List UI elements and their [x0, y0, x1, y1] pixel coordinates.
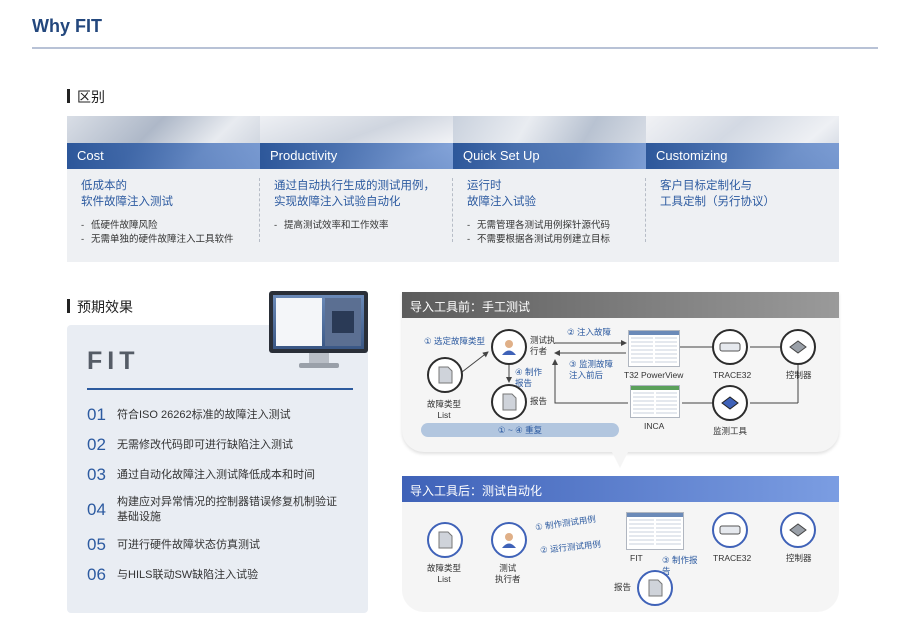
- report-node: [637, 570, 673, 606]
- after-step3: ③ 制作报 告: [662, 555, 698, 576]
- debugger-icon: [719, 525, 741, 535]
- repeat-bar: ① ~ ④ 重复: [421, 423, 619, 437]
- effect-text: 与HILS联动SW缺陷注入试验: [117, 568, 259, 581]
- effect-item: 02 无需修改代码即可进行缺陷注入测试: [87, 435, 362, 455]
- document-icon: [502, 393, 517, 411]
- card-title: Customizing: [646, 143, 839, 169]
- controller-label: 控制器: [786, 553, 812, 563]
- person-icon: [502, 340, 516, 355]
- fault-list-label: 故障类型 List: [427, 563, 462, 584]
- card-bullet: 不需要根据各测试用例建立目标: [467, 233, 632, 247]
- monitor-device-icon: [721, 396, 739, 410]
- card-bullet: 无需管理各测试用例探针源代码: [467, 219, 632, 233]
- fault-list-label: 故障类型 List: [427, 399, 462, 420]
- effect-number: 02: [87, 435, 106, 454]
- card-quick-set-up: Quick Set Up 运行时 故障注入试验 无需管理各测试用例探针源代码 不…: [453, 116, 646, 262]
- card-lead: 客户目标定制化与 工具定制（另行协议）: [660, 180, 775, 208]
- before-step3: ③ 监测故障 注入前后: [569, 359, 613, 380]
- trace32-label: TRACE32: [713, 553, 752, 563]
- trace32-node: [712, 512, 748, 548]
- report-label: 报告: [614, 582, 632, 592]
- effects-heading: 预期效果: [67, 297, 133, 317]
- effects-divider: [87, 388, 353, 390]
- effect-text: 无需修改代码即可进行缺陷注入测试: [117, 438, 293, 451]
- title-divider: [32, 47, 878, 49]
- fault-list-node: [427, 357, 463, 393]
- card-lead: 通过自动执行生成的测试用例， 实现故障注入试验自动化: [274, 180, 435, 208]
- report-node: [491, 384, 527, 420]
- effect-item: 06 与HILS联动SW缺陷注入试验: [87, 565, 362, 585]
- card-photo: Productivity: [260, 116, 453, 169]
- after-header: 导入工具后：测试自动化: [402, 476, 839, 502]
- card-productivity: Productivity 通过自动执行生成的测试用例， 实现故障注入试验自动化 …: [260, 116, 453, 262]
- monitor-tool-node: [712, 385, 748, 421]
- tester-node: [491, 329, 527, 365]
- ecu-icon: [789, 523, 807, 537]
- fit-logo: FIT: [87, 347, 140, 375]
- card-photo: Cost: [67, 116, 260, 169]
- card-bullet: 提高测试效率和工作效率: [274, 219, 439, 233]
- page-title: Why FIT: [32, 16, 102, 36]
- t32-window-icon: [628, 330, 680, 367]
- fault-list-node: [427, 522, 463, 558]
- card-bullet: 低硬件故障风险: [81, 219, 246, 233]
- effect-number: 04: [87, 500, 106, 519]
- before-step4: ④ 制作 报告: [515, 367, 542, 388]
- tester-label: 测试 执行者: [495, 563, 521, 584]
- tester-label: 测试执 行者: [530, 335, 556, 356]
- debugger-icon: [719, 342, 741, 352]
- report-label: 报告: [530, 396, 548, 406]
- effect-item: 01 符合ISO 26262标准的故障注入测试: [87, 405, 362, 425]
- effect-text: 符合ISO 26262标准的故障注入测试: [117, 408, 291, 421]
- card-lead: 低成本的 软件故障注入测试: [81, 180, 173, 208]
- document-icon: [438, 366, 453, 384]
- before-header: 导入工具前：手工测试: [402, 292, 839, 318]
- card-bullet: 无需单独的硬件故障注入工具软件: [81, 233, 246, 247]
- effect-item: 03 通过自动化故障注入测试降低成本和时间: [87, 465, 362, 485]
- card-cost: Cost 低成本的 软件故障注入测试 低硬件故障风险 无需单独的硬件故障注入工具…: [67, 116, 260, 262]
- trace32-node: [712, 329, 748, 365]
- card-customizing: Customizing 客户目标定制化与 工具定制（另行协议）: [646, 116, 839, 262]
- card-title: Productivity: [260, 143, 453, 169]
- inca-window-icon: [630, 385, 680, 418]
- controller-node: [780, 329, 816, 365]
- effect-item: 04 构建应对异常情况的控制器错误修复机制验证基础设施: [87, 495, 362, 525]
- person-icon: [502, 533, 516, 548]
- transition-arrow: [612, 452, 628, 468]
- effect-number: 05: [87, 535, 106, 554]
- before-step1: ① 选定故障类型: [424, 336, 485, 346]
- trace32-label: TRACE32: [713, 370, 752, 380]
- document-icon: [438, 531, 453, 549]
- monitor-tool-label: 监测工具: [713, 426, 748, 436]
- inca-label: INCA: [644, 421, 665, 431]
- t32-label: T32 PowerView: [624, 370, 684, 380]
- card-photo: Customizing: [646, 116, 839, 169]
- card-lead: 运行时 故障注入试验: [467, 180, 536, 208]
- controller-label: 控制器: [786, 370, 812, 380]
- effect-text: 构建应对异常情况的控制器错误修复机制验证基础设施: [117, 496, 337, 523]
- document-icon: [648, 579, 663, 597]
- ecu-icon: [789, 340, 807, 354]
- before-step2: ② 注入故障: [567, 327, 611, 337]
- effect-text: 通过自动化故障注入测试降低成本和时间: [117, 468, 315, 481]
- difference-cards: Cost 低成本的 软件故障注入测试 低硬件故障风险 无需单独的硬件故障注入工具…: [67, 116, 839, 262]
- card-title: Quick Set Up: [453, 143, 646, 169]
- tester-node: [491, 522, 527, 558]
- effect-number: 01: [87, 405, 106, 424]
- effect-number: 03: [87, 465, 106, 484]
- effect-number: 06: [87, 565, 106, 584]
- effect-item: 05 可进行硬件故障状态仿真测试: [87, 535, 362, 555]
- card-photo: Quick Set Up: [453, 116, 646, 169]
- difference-heading: 区别: [67, 87, 105, 107]
- effect-text: 可进行硬件故障状态仿真测试: [117, 538, 260, 551]
- fit-label: FIT: [630, 553, 643, 563]
- monitor-illustration: [269, 291, 368, 369]
- controller-node: [780, 512, 816, 548]
- fit-window-icon: [626, 512, 684, 550]
- card-title: Cost: [67, 143, 260, 169]
